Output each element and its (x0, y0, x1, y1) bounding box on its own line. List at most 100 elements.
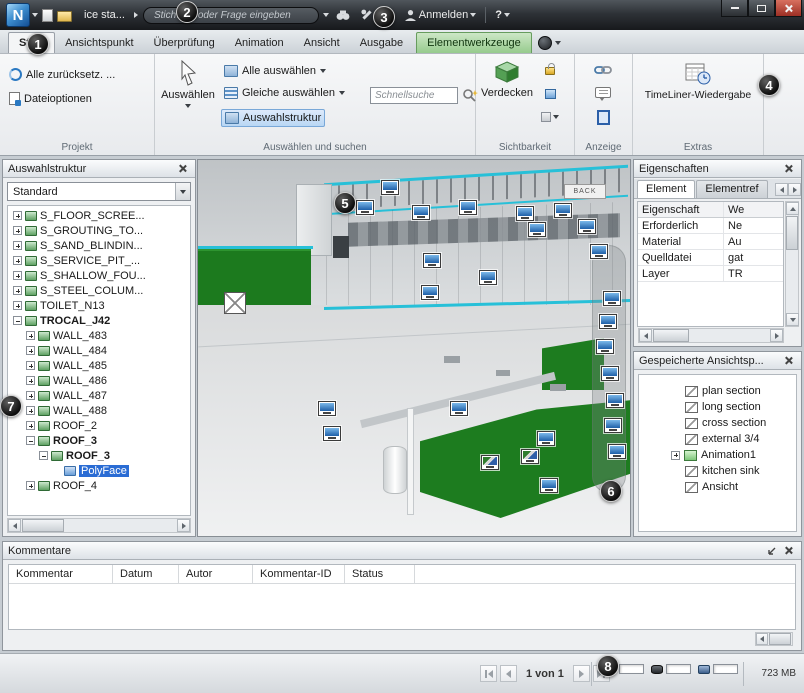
tree-item[interactable]: WALL_483 (8, 328, 190, 343)
orientation-cube[interactable] (224, 292, 246, 314)
expand-icon[interactable] (26, 361, 35, 370)
column-header[interactable]: Kommentar-ID (253, 565, 345, 583)
tab-scroll-right-button[interactable] (788, 183, 801, 196)
scroll-left-button[interactable] (8, 519, 21, 532)
hide-unselected-button[interactable] (540, 85, 560, 102)
tab-elementwerkzeuge[interactable]: Elementwerkzeuge (416, 32, 532, 53)
expand-icon[interactable] (26, 376, 35, 385)
model-tag-icon[interactable] (599, 314, 617, 329)
first-sheet-button[interactable] (480, 665, 497, 682)
viewpoint-item[interactable]: plan section (639, 383, 796, 399)
tree-item[interactable]: S_SERVICE_PIT_... (8, 253, 190, 268)
tree-item[interactable]: TOILET_N13 (8, 298, 190, 313)
model-tag-icon[interactable] (554, 203, 572, 218)
tree-item[interactable]: S_STEEL_COLUM... (8, 283, 190, 298)
search-button[interactable] (333, 6, 353, 24)
require-button[interactable] (540, 62, 560, 79)
scroll-up-button[interactable] (786, 202, 799, 215)
model-tag-icon[interactable] (537, 431, 555, 446)
model-tag-icon[interactable] (479, 270, 497, 285)
tab-element[interactable]: Element (637, 180, 696, 198)
scroll-down-button[interactable] (786, 313, 799, 326)
expand-icon[interactable] (13, 226, 22, 235)
model-tag-icon[interactable] (608, 444, 626, 459)
tree-item[interactable]: S_SAND_BLINDIN... (8, 238, 190, 253)
close-panel-button[interactable] (781, 354, 796, 368)
model-tag-icon[interactable] (516, 206, 534, 221)
tab-animation[interactable]: Animation (225, 33, 294, 53)
horizontal-scrollbar[interactable] (7, 518, 191, 533)
tree-item[interactable]: WALL_484 (8, 343, 190, 358)
scrollbar-thumb[interactable] (22, 519, 64, 532)
collapse-icon[interactable] (39, 451, 48, 460)
scrollbar-thumb[interactable] (653, 329, 689, 342)
tree-item[interactable]: ROOF_2 (8, 418, 190, 433)
tree-item[interactable]: ROOF_3 (8, 433, 190, 448)
tree-mode-dropdown[interactable]: Standard (7, 182, 191, 201)
close-button[interactable] (775, 0, 802, 17)
vertical-scrollbar[interactable] (785, 201, 799, 327)
model-tag-icon[interactable] (412, 205, 430, 220)
model-tag-icon[interactable] (423, 253, 441, 268)
collapse-icon[interactable] (13, 316, 22, 325)
search-dropdown-icon[interactable] (322, 13, 329, 17)
links-button[interactable] (593, 61, 613, 78)
tree-item[interactable]: TROCAL_J42 (8, 313, 190, 328)
timeliner-playback-button[interactable]: TimeLiner-Wiedergabe (638, 62, 758, 101)
expand-icon[interactable] (26, 406, 35, 415)
signin-button[interactable]: Anmelden (401, 6, 480, 24)
expand-icon[interactable] (26, 421, 35, 430)
hide-button[interactable]: Verdecken (480, 60, 534, 99)
viewpoint-item[interactable]: external 3/4 (639, 431, 796, 447)
selection-tree-button[interactable]: Auswahlstruktur (221, 109, 326, 127)
scroll-right-button[interactable] (770, 329, 783, 342)
close-panel-button[interactable] (781, 162, 796, 176)
viewpoint-item[interactable]: kitchen sink (639, 463, 796, 479)
scroll-left-button[interactable] (756, 633, 768, 645)
expand-icon[interactable] (26, 391, 35, 400)
model-tag-icon[interactable] (590, 244, 608, 259)
application-menu-button[interactable]: N (6, 3, 38, 27)
select-all-button[interactable]: Alle auswählen (221, 63, 329, 79)
grid-row[interactable]: Erforderlich Ne (638, 218, 783, 234)
column-header[interactable]: Autor (179, 565, 253, 583)
maximize-button[interactable] (748, 0, 775, 17)
properties-button[interactable] (593, 109, 613, 126)
grid-row[interactable]: Layer TR (638, 266, 783, 282)
expand-icon[interactable] (13, 241, 22, 250)
file-options-button[interactable]: Dateioptionen (6, 90, 95, 107)
expand-icon[interactable] (671, 450, 680, 460)
tree-item[interactable]: ROOF_3 (8, 448, 190, 463)
app-logo[interactable]: N (6, 3, 30, 27)
scrollbar-thumb[interactable] (786, 216, 798, 250)
minimize-button[interactable] (721, 0, 748, 17)
model-tag-icon[interactable] (604, 418, 622, 433)
column-header[interactable]: Kommentar (9, 565, 113, 583)
tree-item[interactable]: S_FLOOR_SCREE... (8, 208, 190, 223)
model-tag-icon[interactable] (459, 200, 477, 215)
help-button[interactable]: ? (492, 6, 513, 24)
select-same-button[interactable]: Gleiche auswählen (221, 85, 348, 101)
previous-sheet-button[interactable] (500, 665, 517, 682)
dropdown-button[interactable] (175, 183, 190, 200)
select-button[interactable]: Auswählen (161, 60, 215, 108)
model-tag-icon[interactable] (356, 200, 374, 215)
model-tag-icon[interactable] (601, 366, 619, 381)
grid-row[interactable]: Material Au (638, 234, 783, 250)
next-sheet-button[interactable] (572, 665, 590, 682)
tree-item[interactable]: WALL_487 (8, 388, 190, 403)
tree-item[interactable]: S_SHALLOW_FOU... (8, 268, 190, 283)
viewpoint-item[interactable]: Ansicht (639, 479, 796, 495)
expand-icon[interactable] (13, 271, 22, 280)
collapse-icon[interactable] (26, 436, 35, 445)
model-tag-icon[interactable] (421, 285, 439, 300)
3d-viewport[interactable]: BACK (197, 159, 631, 537)
tree-item[interactable]: PolyFace (8, 463, 190, 478)
tab-ansichtspunkt[interactable]: Ansichtspunkt (55, 33, 143, 53)
column-header[interactable]: Status (345, 565, 415, 583)
model-tag-icon[interactable] (528, 222, 546, 237)
dock-panel-button[interactable] (764, 544, 779, 558)
model-tag-icon[interactable] (603, 291, 621, 306)
horizontal-scrollbar[interactable] (638, 328, 784, 343)
expand-icon[interactable] (13, 211, 22, 220)
